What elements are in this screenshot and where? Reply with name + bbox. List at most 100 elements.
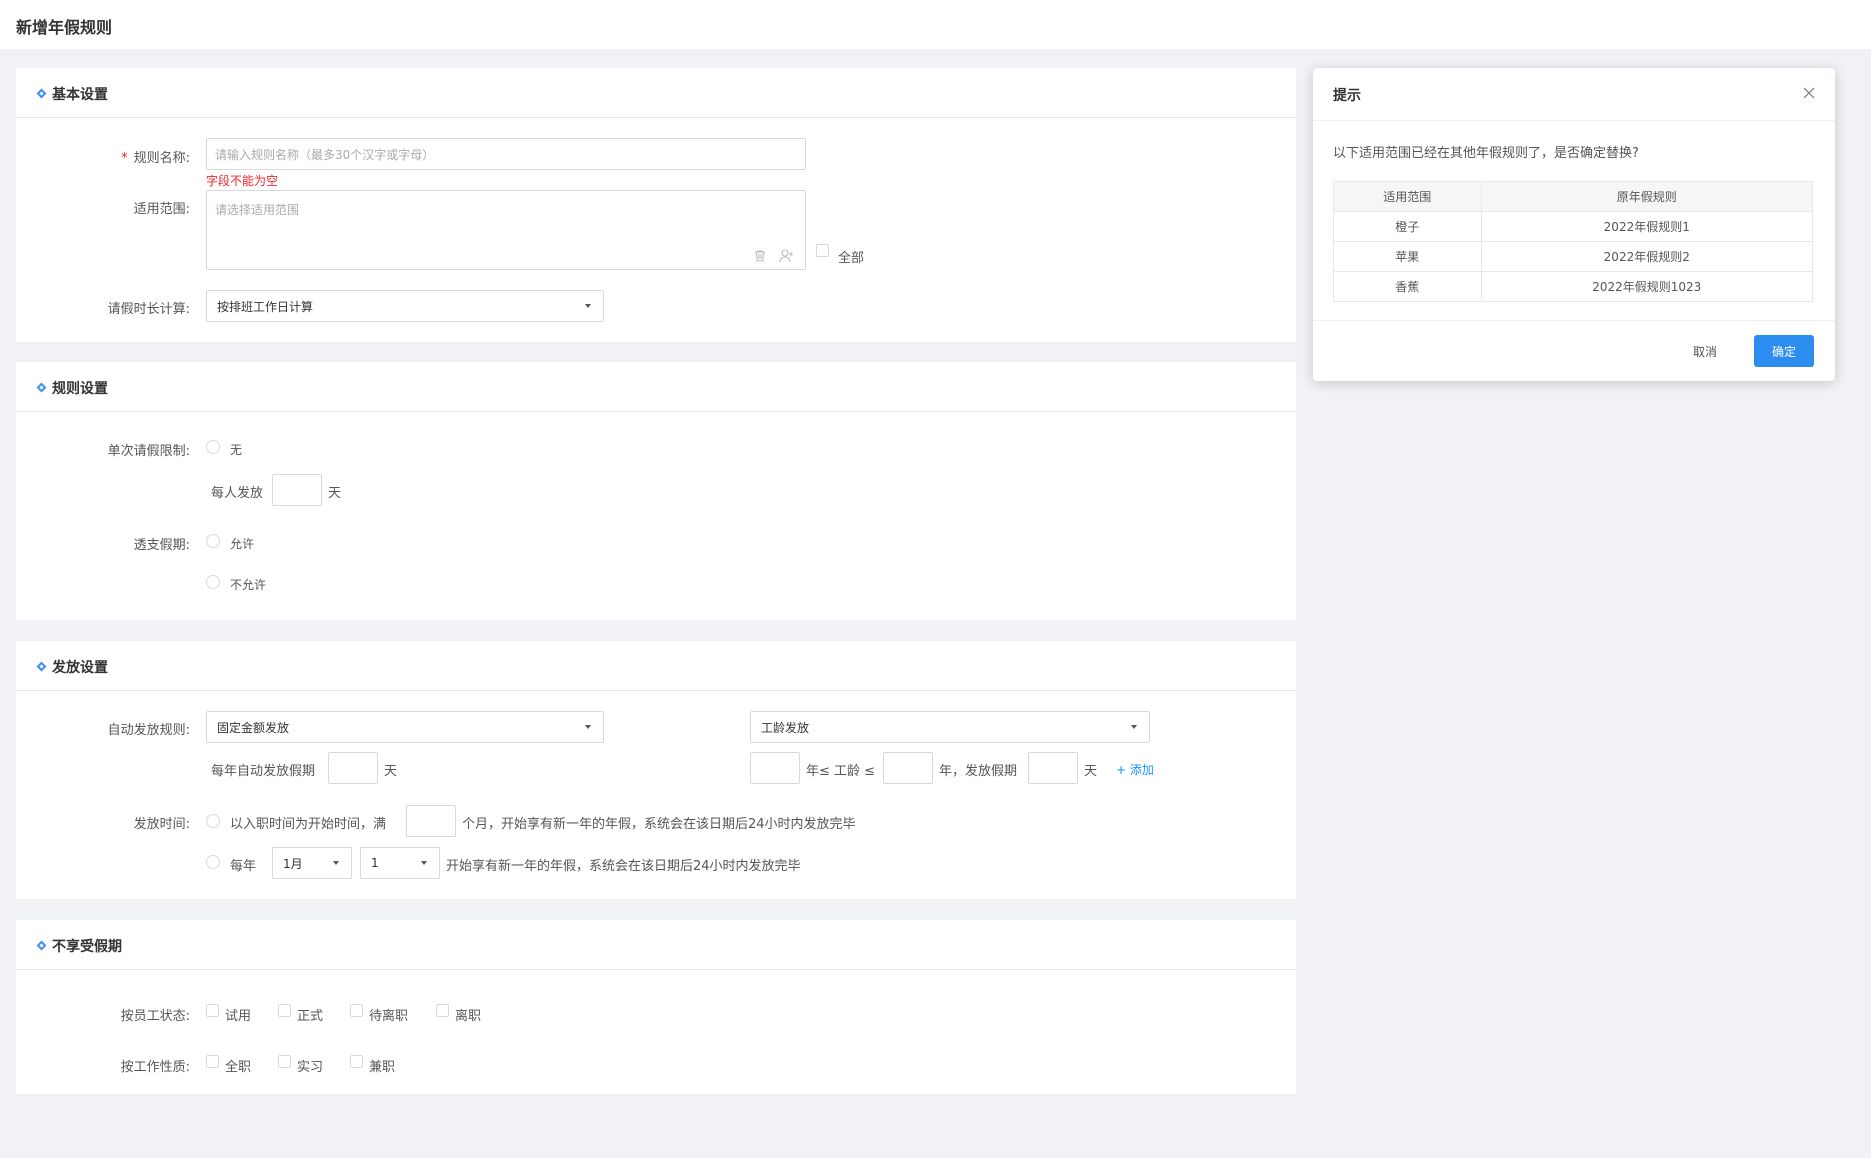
per-person-suffix: 天: [328, 486, 342, 501]
single-limit-none-radio[interactable]: [206, 440, 220, 454]
rule-name-error: 字段不能为空: [206, 174, 279, 188]
per-person-days-input[interactable]: [272, 474, 322, 506]
time-opt2-radio[interactable]: [206, 855, 220, 869]
table-cell: 苹果: [1333, 241, 1482, 272]
seniority-days-input[interactable]: [1028, 752, 1078, 784]
conflict-table: 适用范围 原年假规则 橙子 2022年假规则1 苹果 2022年假规则2 香蕉 …: [1333, 181, 1814, 302]
status-label: 按员工状态:: [120, 1009, 190, 1024]
nature-checkbox[interactable]: [350, 1055, 363, 1068]
chevron-down-icon: [421, 861, 427, 865]
close-icon[interactable]: [1801, 85, 1817, 101]
time-opt1-radio[interactable]: [206, 814, 220, 828]
rule-settings-card: 规则设置 单次请假限制: 无 每人发放 天 透支假期: 允许 不允许: [16, 362, 1296, 620]
auto-rule-label: 自动发放规则:: [107, 723, 190, 738]
seniority-day-label: 天: [1084, 764, 1098, 779]
single-limit-label: 单次请假限制:: [107, 444, 190, 459]
table-header-row: 适用范围 原年假规则: [1333, 181, 1814, 212]
section-title: 发放设置: [52, 660, 108, 676]
add-user-icon[interactable]: [779, 249, 795, 263]
section-title: 不享受假期: [52, 939, 122, 955]
chevron-down-icon: [585, 725, 591, 729]
time-opt1-suffix: 个月，开始享有新一年的年假，系统会在该日期后24小时内发放完毕: [462, 817, 856, 832]
trash-icon[interactable]: [753, 249, 767, 263]
issue-settings-card: 发放设置 自动发放规则: 固定金额发放 工龄发放 每年自动发放假期 天 年≤ 工…: [16, 641, 1296, 899]
time-opt2-prefix: 每年: [230, 859, 257, 874]
card-header: 发放设置: [16, 641, 1296, 691]
dialog-message: 以下适用范围已经在其他年假规则了，是否确定替换?: [1333, 146, 1639, 161]
status-option: 正式: [297, 1009, 324, 1024]
table-row: 橙子 2022年假规则1: [1333, 211, 1814, 242]
per-person-prefix: 每人发放: [211, 486, 264, 501]
card-header: 基本设置: [16, 68, 1296, 118]
nature-option: 全职: [225, 1060, 252, 1075]
diamond-icon: [36, 940, 47, 951]
card-header: 不享受假期: [16, 920, 1296, 970]
scope-input[interactable]: 请选择适用范围: [206, 190, 806, 270]
scope-all-label: 全部: [838, 251, 865, 266]
status-checkbox[interactable]: [278, 1004, 291, 1017]
table-row: 苹果 2022年假规则2: [1333, 241, 1814, 272]
table-cell: 香蕉: [1333, 271, 1482, 302]
chevron-down-icon: [1131, 725, 1137, 729]
nature-checkbox[interactable]: [206, 1055, 219, 1068]
time-opt2-suffix: 开始享有新一年的年假，系统会在该日期后24小时内发放完毕: [446, 859, 801, 874]
divider: [1313, 320, 1835, 321]
table-cell: 2022年假规则1: [1480, 211, 1814, 242]
seniority-min-input[interactable]: [750, 752, 800, 784]
diamond-icon: [36, 661, 47, 672]
seniority-select[interactable]: 工龄发放: [750, 711, 1150, 743]
month-select[interactable]: 1月: [272, 847, 352, 879]
months-input[interactable]: [406, 805, 456, 837]
diamond-icon: [36, 382, 47, 393]
column-header: 适用范围: [1333, 181, 1482, 212]
nature-label: 按工作性质:: [120, 1060, 190, 1075]
table-cell: 橙子: [1333, 211, 1482, 242]
page-header: 新增年假规则: [0, 0, 1871, 49]
chevron-down-icon: [333, 861, 339, 865]
status-option: 离职: [455, 1009, 482, 1024]
section-title: 基本设置: [52, 87, 108, 103]
dialog-title: 提示: [1333, 88, 1361, 104]
basic-settings-card: 基本设置 * 规则名称: 请输入规则名称（最多30个汉字或字母） 字段不能为空 适…: [16, 68, 1296, 342]
overdraft-deny-radio[interactable]: [206, 575, 220, 589]
column-header: 原年假规则: [1480, 181, 1814, 212]
rule-name-label: * 规则名称:: [121, 151, 190, 166]
issue-time-label: 发放时间:: [133, 817, 190, 832]
rule-name-input[interactable]: 请输入规则名称（最多30个汉字或字母）: [206, 138, 806, 170]
table-cell: 2022年假规则2: [1480, 241, 1814, 272]
table-row: 香蕉 2022年假规则1023: [1333, 271, 1814, 302]
status-checkbox[interactable]: [350, 1004, 363, 1017]
status-checkbox[interactable]: [436, 1004, 449, 1017]
overdraft-deny-label: 不允许: [230, 578, 267, 592]
overdraft-allow-label: 允许: [230, 537, 255, 551]
scope-all-checkbox[interactable]: [816, 244, 829, 257]
auto-rule-select[interactable]: 固定金额发放: [206, 711, 604, 743]
seniority-max-input[interactable]: [883, 752, 933, 784]
scope-label: 适用范围:: [133, 202, 190, 217]
divider: [1313, 120, 1835, 121]
overdraft-label: 透支假期:: [133, 538, 190, 553]
seniority-issue-label: 年，发放假期: [939, 764, 1018, 779]
status-option: 试用: [225, 1009, 252, 1024]
nature-checkbox[interactable]: [278, 1055, 291, 1068]
confirm-button[interactable]: 确定: [1754, 335, 1814, 367]
duration-select[interactable]: 按排班工作日计算: [206, 290, 604, 322]
yearly-days-input[interactable]: [328, 752, 378, 784]
section-title: 规则设置: [52, 381, 108, 397]
day-select[interactable]: 1: [360, 847, 440, 879]
yearly-suffix: 天: [384, 764, 398, 779]
nature-option: 实习: [297, 1060, 324, 1075]
diamond-icon: [36, 88, 47, 99]
seniority-range-label: 年≤ 工龄 ≤: [806, 764, 876, 779]
yearly-prefix: 每年自动发放假期: [211, 764, 316, 779]
status-checkbox[interactable]: [206, 1004, 219, 1017]
page-title: 新增年假规则: [16, 18, 113, 37]
add-link[interactable]: + 添加: [1116, 761, 1154, 778]
overdraft-allow-radio[interactable]: [206, 534, 220, 548]
single-limit-none-label: 无: [230, 443, 243, 457]
nature-option: 兼职: [369, 1060, 396, 1075]
time-opt1-prefix: 以入职时间为开始时间，满: [230, 817, 387, 832]
confirm-dialog: 提示 以下适用范围已经在其他年假规则了，是否确定替换? 适用范围 原年假规则 橙…: [1313, 68, 1835, 381]
status-option: 待离职: [369, 1009, 409, 1024]
cancel-button[interactable]: 取消: [1675, 335, 1735, 367]
